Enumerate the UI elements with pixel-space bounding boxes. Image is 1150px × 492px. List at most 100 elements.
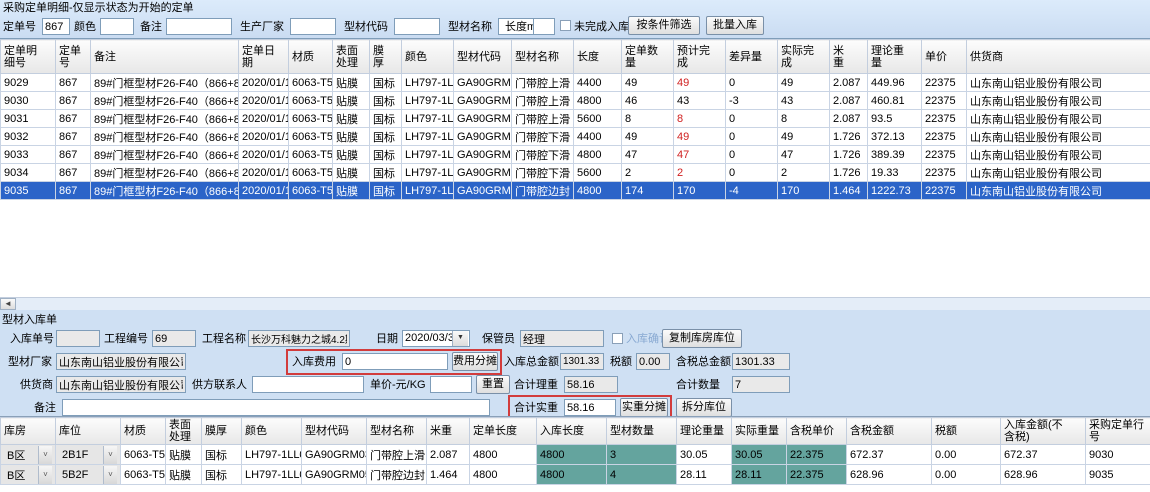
theory-cell[interactable]: 93.5: [868, 110, 922, 128]
unit-price-input[interactable]: [430, 376, 472, 393]
name-cell[interactable]: 门带腔下滑: [512, 146, 574, 164]
col-header-diff[interactable]: 差异量: [726, 40, 778, 74]
order-row[interactable]: 903386789#门框型材F26-F40（866+867）2020/01/13…: [1, 146, 1150, 164]
order_len-cell[interactable]: 4800: [470, 445, 537, 465]
col-header-color[interactable]: 颜色: [402, 40, 454, 74]
surface-cell[interactable]: 贴膜: [333, 164, 370, 182]
remark-input[interactable]: [62, 399, 490, 416]
film-cell[interactable]: 国标: [370, 74, 402, 92]
detail_no-cell[interactable]: 9032: [1, 128, 56, 146]
col-header-meter[interactable]: 米重: [427, 418, 470, 445]
note-cell[interactable]: 89#门框型材F26-F40（866+867）: [91, 74, 239, 92]
col-header-length[interactable]: 长度: [574, 40, 622, 74]
order-row[interactable]: 903286789#门框型材F26-F40（866+867）2020/01/13…: [1, 128, 1150, 146]
qty-cell[interactable]: 3: [607, 445, 677, 465]
diff-cell[interactable]: 0: [726, 110, 778, 128]
filter-order-no-input[interactable]: [42, 18, 70, 35]
note-cell[interactable]: 89#门框型材F26-F40（866+867）: [91, 164, 239, 182]
tax-cell[interactable]: 0.00: [932, 465, 1001, 485]
date-cell[interactable]: 2020/01/13: [239, 92, 289, 110]
film-cell[interactable]: 国标: [370, 146, 402, 164]
supplier-cell[interactable]: 山东南山铝业股份有限公司: [967, 164, 1150, 182]
col-header-in_len[interactable]: 入库长度: [537, 418, 607, 445]
diff-cell[interactable]: -4: [726, 182, 778, 200]
price-cell[interactable]: 22375: [922, 74, 967, 92]
inbound-row[interactable]: B区˅2B1F˅6063-T5贴膜国标LH797-1LL0GA90GRM03门带…: [1, 445, 1150, 465]
fee-allocate-button[interactable]: 费用分摊: [452, 352, 498, 371]
scroll-left-icon[interactable]: ◄: [0, 298, 16, 310]
col-header-detail_no[interactable]: 定单明 细号: [1, 40, 56, 74]
diff-cell[interactable]: 0: [726, 146, 778, 164]
theory-cell[interactable]: 449.96: [868, 74, 922, 92]
order-row[interactable]: 903186789#门框型材F26-F40（866+867）2020/01/13…: [1, 110, 1150, 128]
meter-cell[interactable]: 1.726: [830, 146, 868, 164]
est-cell[interactable]: 49: [674, 74, 726, 92]
amount-cell[interactable]: 628.96: [847, 465, 932, 485]
col-header-surface[interactable]: 表面 处理: [166, 418, 202, 445]
detail_no-cell[interactable]: 9035: [1, 182, 56, 200]
col-header-code[interactable]: 型材代码: [454, 40, 512, 74]
meter-cell[interactable]: 2.087: [830, 92, 868, 110]
est-cell[interactable]: 47: [674, 146, 726, 164]
surface-cell[interactable]: 贴膜: [333, 128, 370, 146]
order_no-cell[interactable]: 867: [56, 128, 91, 146]
color-cell[interactable]: LH797-1LL0: [402, 146, 454, 164]
actual-cell[interactable]: 2: [778, 164, 830, 182]
name-cell[interactable]: 门带腔上滑: [512, 110, 574, 128]
theory-cell[interactable]: 372.13: [868, 128, 922, 146]
price-cell[interactable]: 22375: [922, 164, 967, 182]
supplier-cell[interactable]: 山东南山铝业股份有限公司: [967, 92, 1150, 110]
code-cell[interactable]: GA90GRM05: [302, 465, 367, 485]
filter-length-input[interactable]: [533, 18, 555, 35]
split-slot-button[interactable]: 拆分库位: [676, 398, 732, 417]
material-cell[interactable]: 6063-T5: [289, 182, 333, 200]
code-cell[interactable]: GA90GRM04: [454, 164, 512, 182]
net-cell[interactable]: 672.37: [1001, 445, 1086, 465]
price-cell[interactable]: 22375: [922, 146, 967, 164]
col-header-film[interactable]: 膜厚: [202, 418, 242, 445]
slot-cell[interactable]: 2B1F˅: [56, 445, 121, 465]
meter-cell[interactable]: 1.726: [830, 164, 868, 182]
col-header-slot[interactable]: 库位: [56, 418, 121, 445]
col-header-tax[interactable]: 税额: [932, 418, 1001, 445]
amount-cell[interactable]: 672.37: [847, 445, 932, 465]
surface-cell[interactable]: 贴膜: [166, 465, 202, 485]
film-cell[interactable]: 国标: [370, 128, 402, 146]
order_no-cell[interactable]: 867: [56, 110, 91, 128]
sum-actual-weight-input[interactable]: [564, 399, 616, 416]
qty-cell[interactable]: 47: [622, 146, 674, 164]
material-cell[interactable]: 6063-T5: [289, 164, 333, 182]
film-cell[interactable]: 国标: [370, 182, 402, 200]
order_no-cell[interactable]: 867: [56, 92, 91, 110]
qty-cell[interactable]: 49: [622, 128, 674, 146]
order_no-cell[interactable]: 867: [56, 182, 91, 200]
detail_no-cell[interactable]: 9034: [1, 164, 56, 182]
theory-cell[interactable]: 1222.73: [868, 182, 922, 200]
in_len-cell[interactable]: 4800: [537, 465, 607, 485]
date-cell[interactable]: 2020/01/13: [239, 128, 289, 146]
date-cell[interactable]: 2020/01/13: [239, 146, 289, 164]
col-header-color[interactable]: 颜色: [242, 418, 302, 445]
copy-warehouse-slot-button[interactable]: 复制库房库位: [662, 329, 742, 348]
est-cell[interactable]: 2: [674, 164, 726, 182]
order-row[interactable]: 902986789#门框型材F26-F40（866+867）2020/01/13…: [1, 74, 1150, 92]
supplier-contact-input[interactable]: [252, 376, 364, 393]
surface-cell[interactable]: 贴膜: [333, 74, 370, 92]
price-cell[interactable]: 22375: [922, 110, 967, 128]
warehouse-cell[interactable]: B区˅: [1, 465, 56, 485]
order_no-cell[interactable]: 867: [56, 146, 91, 164]
code-cell[interactable]: GA90GRM03: [302, 445, 367, 465]
code-cell[interactable]: GA90GRM04: [454, 146, 512, 164]
col-header-price[interactable]: 含税单价: [787, 418, 847, 445]
theory-cell[interactable]: 30.05: [677, 445, 732, 465]
meter-cell[interactable]: 1.726: [830, 128, 868, 146]
length-cell[interactable]: 4400: [574, 74, 622, 92]
actual-cell[interactable]: 49: [778, 128, 830, 146]
length-cell[interactable]: 4800: [574, 146, 622, 164]
inbound-confirm-checkbox[interactable]: [612, 333, 623, 344]
detail_no-cell[interactable]: 9033: [1, 146, 56, 164]
est-cell[interactable]: 49: [674, 128, 726, 146]
diff-cell[interactable]: 0: [726, 74, 778, 92]
col-header-surface[interactable]: 表面 处理: [333, 40, 370, 74]
filter-code-input[interactable]: [394, 18, 440, 35]
